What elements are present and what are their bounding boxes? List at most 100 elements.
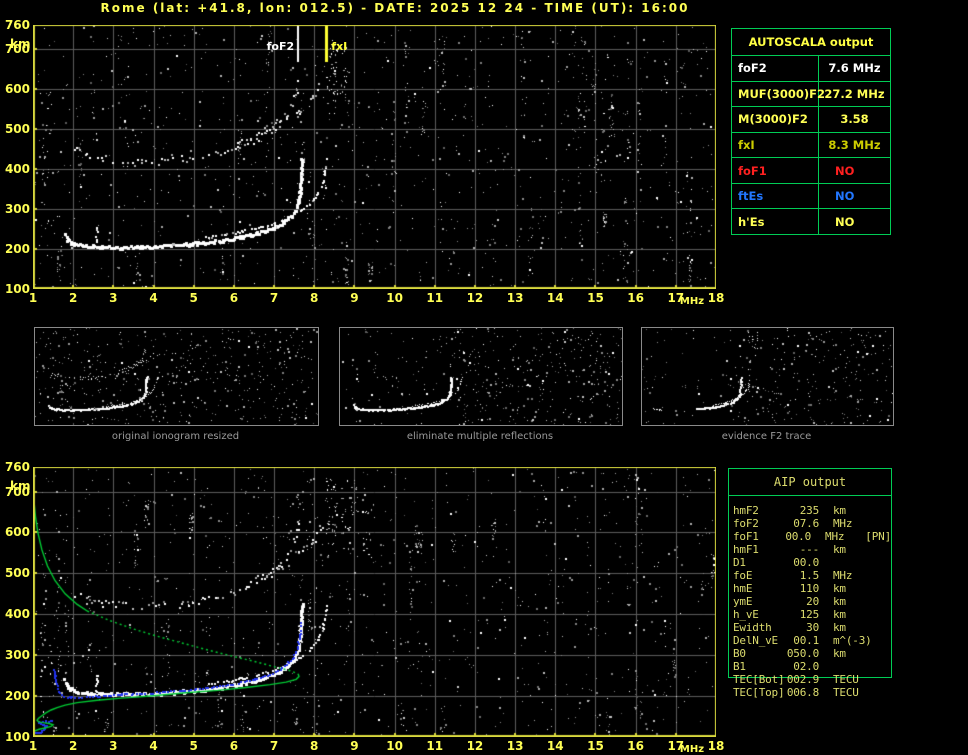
autoscala-table-row: M(3000)F2 3.58 bbox=[732, 107, 890, 133]
x-tick-label: 12 bbox=[466, 739, 484, 753]
parameter-label: h_vE bbox=[733, 608, 759, 621]
parameter-value: 07.6 bbox=[793, 517, 819, 530]
page-title: Rome (lat: +41.8, lon: 012.5) - DATE: 20… bbox=[100, 1, 690, 15]
y-tick-label: 400 bbox=[4, 607, 30, 622]
parameter-unit: km bbox=[833, 621, 846, 634]
autoscala-table-row: ftEs NO bbox=[732, 183, 890, 210]
parameter-unit: MHz bbox=[833, 517, 853, 530]
aip-table-row: DelN_vE 00.1 m^(-3) bbox=[733, 634, 891, 647]
y-tick-label: 400 bbox=[4, 162, 30, 176]
x-tick-label: 7 bbox=[269, 291, 279, 305]
parameter-label: ymE bbox=[733, 595, 753, 608]
y-tick-label: 600 bbox=[4, 82, 30, 96]
autoscala-output-table: AUTOSCALA output foF2 7.6 MHz MUF(3000)F2 2… bbox=[731, 28, 891, 235]
x-tick-label: 4 bbox=[149, 739, 158, 753]
autoscala-table-row: h'Es NO bbox=[732, 209, 890, 235]
parameter-value: 235 bbox=[799, 504, 819, 517]
thumbnail-caption: evidence F2 trace bbox=[721, 431, 812, 442]
aip-table-row: B1 02.0 bbox=[733, 660, 891, 673]
parameter-value: 002.9 bbox=[786, 673, 819, 686]
autoscala-table-row: fxI 8.3 MHz bbox=[732, 132, 890, 159]
parameter-label: TEC[Bot] bbox=[733, 673, 785, 686]
x-tick-label: 15 bbox=[587, 291, 604, 305]
x-tick-label: 15 bbox=[587, 739, 604, 753]
y-tick-label: 500 bbox=[4, 566, 30, 581]
parameter-value: 1.5 bbox=[799, 569, 819, 582]
x-tick-label: 9 bbox=[350, 739, 359, 753]
x-tick-label: 18 bbox=[707, 739, 725, 753]
x-tick-label: 8 bbox=[310, 291, 319, 305]
parameter-unit: km bbox=[833, 595, 846, 608]
y-tick-label: 500 bbox=[4, 122, 30, 136]
x-tick-label: 14 bbox=[546, 291, 564, 305]
parameter-label: foF1 bbox=[733, 530, 759, 543]
x-tick-label: 4 bbox=[149, 291, 158, 305]
x-tick-label: 7 bbox=[269, 739, 279, 753]
y-tick-label: 100 bbox=[4, 730, 30, 744]
aip-table-row: foF1 00.0 MHz [PN] bbox=[733, 530, 891, 543]
x-tick-label: 6 bbox=[229, 739, 239, 753]
aip-table-row: Ewidth 30 km bbox=[733, 621, 891, 634]
parameter-value: 20 bbox=[806, 595, 819, 608]
x-tick-label: 12 bbox=[466, 291, 484, 305]
parameter-value: NO bbox=[835, 163, 855, 178]
parameter-label: foF2 bbox=[733, 517, 759, 530]
parameter-label: B0 bbox=[733, 647, 746, 660]
parameter-value: 02.0 bbox=[793, 660, 819, 673]
parameter-label: TEC[Top] bbox=[733, 686, 785, 699]
parameter-unit: km bbox=[833, 543, 846, 556]
parameter-unit: km bbox=[833, 608, 846, 621]
aip-table-row: B0 050.0 km bbox=[733, 647, 891, 660]
x-tick-label: 9 bbox=[350, 291, 359, 305]
y-tick-label: 300 bbox=[4, 202, 30, 216]
y-tick-label: 760 bbox=[4, 460, 30, 474]
parameter-value: NO bbox=[835, 189, 855, 204]
parameter-unit: MHz bbox=[833, 569, 853, 582]
x-tick-label: 18 bbox=[707, 291, 725, 305]
parameter-label: hmF2 bbox=[733, 504, 759, 517]
parameter-value: --- bbox=[799, 543, 819, 556]
x-axis-unit-label: MHz bbox=[679, 744, 705, 755]
autoscala-window: Rome (lat: +41.8, lon: 012.5) - DATE: 20… bbox=[0, 0, 968, 755]
parameter-value: 7.6 MHz bbox=[828, 61, 881, 76]
parameter-label: M(3000)F2 bbox=[732, 107, 819, 132]
x-tick-label: 3 bbox=[109, 739, 118, 753]
parameter-unit: TECU bbox=[833, 686, 859, 699]
parameter-unit: km bbox=[833, 582, 846, 595]
parameter-label: MUF(3000)F2 bbox=[732, 81, 825, 107]
parameter-unit: km bbox=[833, 504, 846, 517]
parameter-value: 00.0 bbox=[785, 530, 812, 543]
autoscala-table-row: foF2 7.6 MHz bbox=[732, 56, 890, 82]
x-tick-label: 10 bbox=[386, 739, 403, 753]
parameter-value: 110 bbox=[799, 582, 819, 595]
y-tick-label: 200 bbox=[4, 689, 30, 704]
aip-table-row: TEC[Bot] 002.9 TECU bbox=[733, 673, 891, 686]
aip-table-row: hmF1 --- km bbox=[733, 543, 891, 556]
aip-table-title: AIP output bbox=[729, 469, 891, 496]
x-tick-label: 16 bbox=[627, 291, 644, 305]
y-tick-label: 100 bbox=[4, 282, 30, 296]
autoscala-table-title: AUTOSCALA output bbox=[732, 29, 890, 56]
parameter-label: ftEs bbox=[732, 183, 819, 209]
parameter-label: Ewidth bbox=[733, 621, 772, 634]
parameter-label: B1 bbox=[733, 660, 746, 673]
parameter-unit bbox=[833, 660, 873, 673]
thumbnail-original-ionogram bbox=[34, 327, 319, 426]
x-tick-label: 8 bbox=[310, 739, 319, 753]
parameter-value: 00.1 bbox=[793, 634, 819, 647]
parameter-label: h'Es bbox=[732, 209, 819, 235]
parameter-label: fxI bbox=[732, 132, 819, 158]
fxi-marker-label: fxI bbox=[331, 40, 348, 53]
parameter-unit bbox=[833, 556, 873, 569]
aip-table-rows: hmF2 235 km foF2 07.6 MHz foF1 00.0 MHz [PN] hmF1 -… bbox=[729, 496, 891, 699]
parameter-label: foE bbox=[733, 569, 753, 582]
parameter-value: 8.3 MHz bbox=[828, 138, 881, 153]
x-tick-label: 11 bbox=[426, 739, 444, 753]
thumbnail-caption: original ionogram resized bbox=[111, 431, 240, 442]
parameter-label: foF2 bbox=[732, 56, 819, 81]
x-tick-label: 14 bbox=[546, 739, 564, 753]
x-axis-unit-label: MHz bbox=[679, 296, 705, 307]
x-tick-label: 13 bbox=[506, 739, 524, 753]
x-tick-label: 11 bbox=[426, 291, 444, 305]
x-tick-label: 10 bbox=[386, 291, 403, 305]
